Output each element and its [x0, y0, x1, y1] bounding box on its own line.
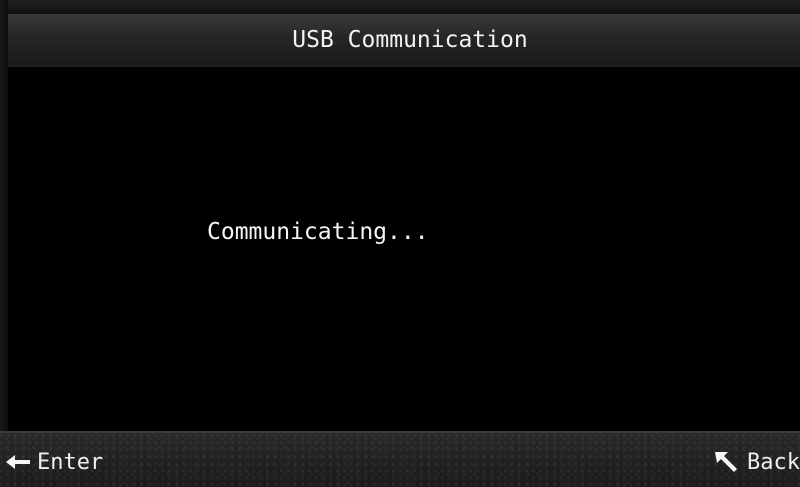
bezel-top [0, 0, 800, 14]
title-bar: USB Communication [8, 14, 800, 67]
arrow-left-icon [6, 452, 36, 472]
softkey-bar: Enter Back [0, 431, 800, 487]
back-button[interactable]: Back [713, 447, 800, 477]
bezel-left [0, 0, 8, 487]
enter-label: Enter [37, 449, 104, 475]
content-area: Communicating... [8, 67, 800, 431]
status-message: Communicating... [207, 219, 429, 245]
screen-title: USB Communication [292, 26, 528, 53]
device-screen: USB Communication Communicating... Enter… [0, 0, 800, 487]
back-label: Back [747, 449, 800, 475]
enter-button[interactable]: Enter [6, 447, 103, 477]
arrow-up-left-icon [713, 450, 743, 474]
